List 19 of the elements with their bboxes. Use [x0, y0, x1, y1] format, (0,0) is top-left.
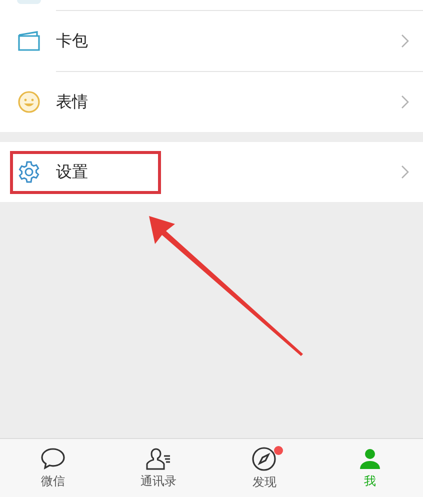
menu-label: 设置 [56, 161, 88, 183]
chevron-right-icon [401, 165, 409, 179]
settings-icon [17, 160, 41, 184]
smiley-icon [17, 90, 41, 114]
tab-bar-item[interactable]: 通讯录 [106, 439, 212, 497]
tab-bar-item[interactable]: 微信 [0, 439, 106, 497]
chat-bubble-icon [40, 447, 66, 471]
menu-row[interactable]: 设置 [0, 142, 423, 202]
chevron-right-icon [401, 34, 409, 48]
menu-label: 表情 [56, 91, 88, 113]
menu-label: 卡包 [56, 30, 88, 52]
chevron-right-icon [401, 95, 409, 109]
menu-row[interactable]: 表情 [17, 72, 423, 132]
compass-icon [251, 446, 278, 472]
person-icon [358, 447, 382, 471]
person-list-icon [144, 447, 173, 471]
menu-row[interactable]: 卡包 [17, 11, 423, 71]
card-icon [17, 30, 41, 52]
tab-bar-item[interactable]: 发现 [212, 439, 318, 497]
